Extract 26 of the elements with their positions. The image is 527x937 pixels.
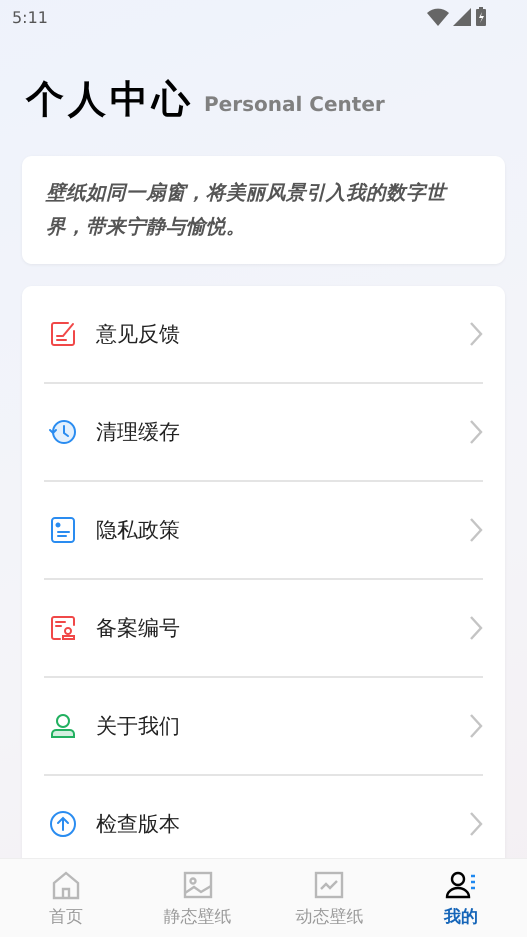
menu-item[interactable]: 清理缓存 <box>44 384 483 482</box>
edit-note-icon <box>48 319 78 349</box>
chevron-right-icon <box>469 713 483 739</box>
menu-item[interactable]: 隐私政策 <box>44 482 483 580</box>
chevron-right-icon <box>469 811 483 837</box>
upload-icon <box>48 809 78 839</box>
battery-icon <box>475 7 487 27</box>
stamp-icon <box>48 613 78 643</box>
chevron-right-icon <box>469 615 483 641</box>
wifi-icon <box>427 8 449 26</box>
history-icon <box>48 417 78 447</box>
chevron-right-icon <box>469 517 483 543</box>
page-subtitle: Personal Center <box>204 92 385 118</box>
nav-tab[interactable]: 我的 <box>395 859 527 937</box>
page-title: 个人中心 <box>26 80 194 118</box>
document-icon <box>48 515 78 545</box>
chevron-right-icon <box>469 419 483 445</box>
status-time: 5:11 <box>12 8 48 26</box>
menu-item[interactable]: 关于我们 <box>44 678 483 776</box>
chevron-right-icon <box>469 321 483 347</box>
quote-card: 壁纸如同一扇窗，将美丽风景引入我的数字世界，带来宁静与愉悦。 <box>22 156 505 264</box>
menu-item[interactable]: 备案编号 <box>44 580 483 678</box>
menu-item[interactable]: 意见反馈 <box>44 286 483 384</box>
signal-icon <box>453 8 471 26</box>
menu-item[interactable]: 检查版本 <box>44 776 483 858</box>
person-icon <box>48 711 78 741</box>
